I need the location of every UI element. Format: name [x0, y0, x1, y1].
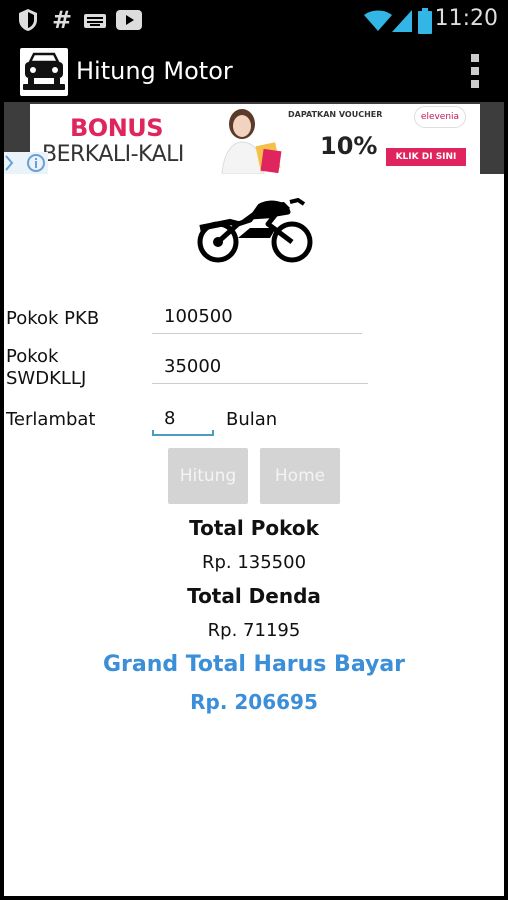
app-title: Hitung Motor — [76, 57, 233, 85]
terlambat-value: 8 — [164, 408, 176, 429]
bulan-label: Bulan — [226, 409, 278, 430]
ad-subline: BERKALI-KALI — [42, 142, 184, 167]
grand-total-value: Rp. 206695 — [190, 690, 318, 714]
terlambat-label: Terlambat — [6, 409, 96, 430]
hash-icon: # — [52, 6, 73, 34]
terlambat-input[interactable]: 8 — [152, 402, 214, 438]
total-pokok-value: Rp. 135500 — [201, 552, 307, 573]
pokok-swdkllj-value: 35000 — [164, 356, 222, 377]
pokok-pkb-label: Pokok PKB — [6, 308, 100, 329]
ad-creative[interactable]: BONUS BERKALI-KALI DAPATKAN VOUCHER 10% … — [30, 104, 480, 174]
car-icon[interactable] — [20, 48, 68, 96]
clock: 11:20 — [434, 6, 498, 31]
pokok-swdkllj-label: Pokok SWDKLLJ — [6, 346, 86, 390]
pokok-swdkllj-input[interactable]: 35000 — [152, 350, 368, 386]
battery-icon — [418, 8, 432, 38]
right-edge — [504, 0, 508, 900]
ad-info-icon[interactable] — [4, 152, 48, 174]
status-bar: # 11:20 — [0, 0, 508, 42]
content-area: BONUS BERKALI-KALI DAPATKAN VOUCHER 10% … — [4, 102, 504, 896]
grand-total-label: Grand Total Harus Bayar — [102, 652, 406, 677]
ad-percent: 10% — [320, 132, 378, 160]
wifi-icon — [364, 10, 392, 36]
pokok-swdkllj-label-line2: SWDKLLJ — [6, 368, 87, 389]
pokok-pkb-input[interactable]: 100500 — [152, 300, 362, 336]
pokok-pkb-value: 100500 — [164, 306, 233, 327]
total-denda-label: Total Denda — [187, 584, 321, 608]
hitung-button[interactable]: Hitung — [168, 448, 248, 504]
action-bar: Hitung Motor — [4, 42, 504, 102]
motorbike-icon — [194, 197, 316, 266]
ad-headline: BONUS — [70, 114, 164, 142]
signal-icon — [392, 10, 412, 36]
keyboard-icon — [84, 13, 106, 32]
total-denda-value: Rp. 71195 — [207, 620, 301, 641]
ad-banner[interactable]: BONUS BERKALI-KALI DAPATKAN VOUCHER 10% … — [4, 102, 504, 174]
ad-model-image — [202, 104, 284, 174]
pokok-swdkllj-label-line1: Pokok — [6, 346, 59, 367]
ad-brand: elevenia — [414, 106, 466, 128]
youtube-icon — [116, 10, 142, 34]
ad-cta-button[interactable]: KLIK DI SINI — [386, 148, 466, 166]
shield-icon — [18, 8, 38, 36]
total-pokok-label: Total Pokok — [189, 516, 319, 540]
home-button[interactable]: Home — [260, 448, 340, 504]
ad-voucher-text: DAPATKAN VOUCHER — [288, 110, 383, 119]
overflow-menu-icon[interactable] — [470, 54, 480, 90]
